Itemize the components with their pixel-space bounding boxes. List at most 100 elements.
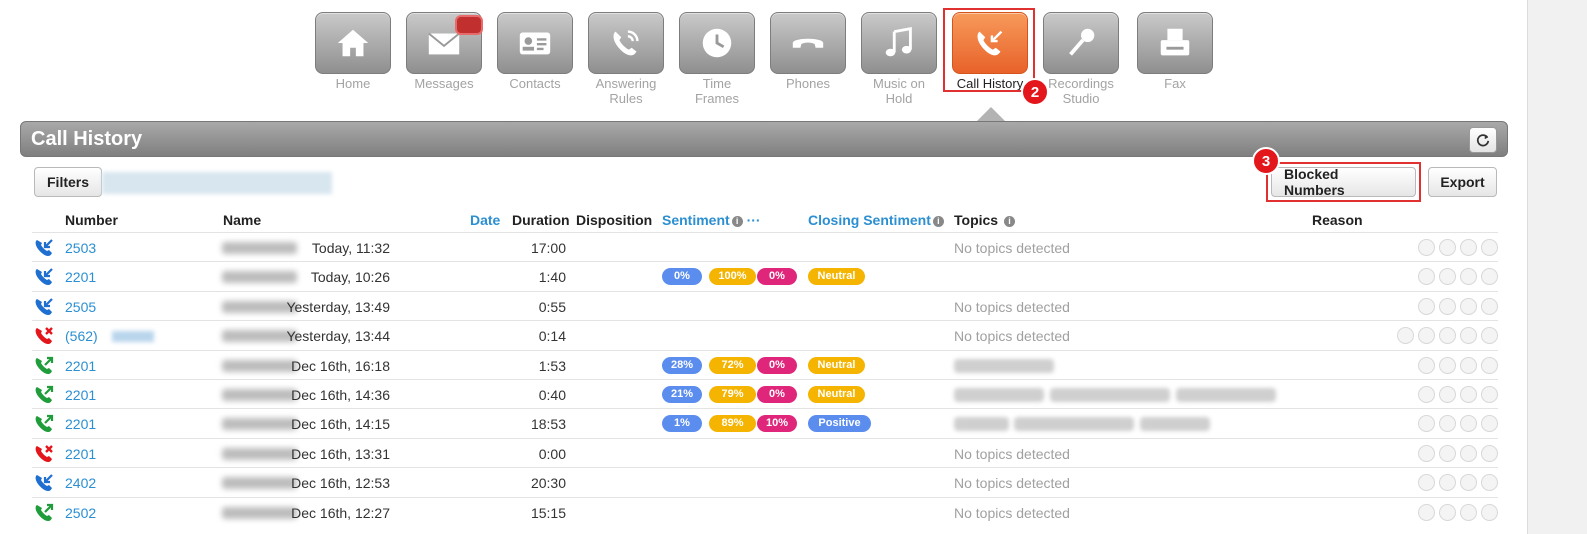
table-row[interactable]: 2201 Dec 16th, 14:36 0:40 21% 79% 0% Neutral <box>32 378 1498 408</box>
table-row[interactable]: 2505 Yesterday, 13:49 0:55 No topics detect… <box>32 290 1498 320</box>
col-topics[interactable]: Topics i <box>954 212 1015 228</box>
col-sentiment[interactable]: Sentiment i ··· <box>662 212 761 228</box>
nav-tile-time-frames[interactable]: Time Frames <box>679 12 755 106</box>
transcript-icon[interactable] <box>1481 356 1498 374</box>
contact-icon[interactable] <box>1418 444 1435 462</box>
number-link[interactable]: 2503 <box>65 240 96 256</box>
call-history-header: Call History <box>20 121 1508 157</box>
nav-tile-call-history[interactable]: Call History <box>952 12 1028 91</box>
nav-label-recordings-studio: Recordings Studio <box>1048 76 1114 106</box>
number-link[interactable]: (562) <box>65 328 98 344</box>
number-link[interactable]: 2201 <box>65 446 96 462</box>
transcript-icon[interactable] <box>1481 444 1498 462</box>
nav-tile-fax[interactable]: Fax <box>1137 12 1213 91</box>
caller-name-redacted <box>222 506 297 519</box>
number-link[interactable]: 2402 <box>65 475 96 491</box>
sentiment-more-icon[interactable]: ··· <box>747 212 761 228</box>
contact-icon[interactable] <box>1418 385 1435 403</box>
table-row[interactable]: 2502 Dec 16th, 12:27 15:15 No topics detect… <box>32 496 1498 526</box>
col-name[interactable]: Name <box>223 212 261 228</box>
col-duration[interactable]: Duration <box>512 212 570 228</box>
transcript-icon[interactable] <box>1481 239 1498 256</box>
call-duration: 15:15 <box>530 504 566 521</box>
number-link[interactable]: 2505 <box>65 299 96 315</box>
call-date: Dec 16th, 12:27 <box>291 504 390 521</box>
play-audio-icon[interactable] <box>1460 415 1477 433</box>
call-duration: 0:14 <box>538 328 566 345</box>
contact-icon[interactable] <box>1418 327 1435 345</box>
table-row[interactable]: 2201 Dec 16th, 16:18 1:53 28% 72% 0% Neutral <box>32 349 1498 379</box>
play-audio-icon[interactable] <box>1460 327 1477 345</box>
number-link[interactable]: 2201 <box>65 358 96 374</box>
refresh-button[interactable] <box>1469 127 1497 153</box>
nav-tile-home[interactable]: Home <box>315 12 391 91</box>
transcript-icon[interactable] <box>1481 385 1498 403</box>
col-disposition[interactable]: Disposition <box>576 212 652 228</box>
col-number[interactable]: Number <box>65 212 118 228</box>
table-row[interactable]: 2402 Dec 16th, 12:53 20:30 No topics detect… <box>32 467 1498 496</box>
call-history-table: Number Name Date Duration Disposition Se… <box>32 208 1498 526</box>
table-row[interactable]: 2201 Today, 10:26 1:40 0% 100% 0% Neutral <box>32 261 1498 290</box>
transcript-icon[interactable] <box>1481 474 1498 492</box>
download-icon[interactable] <box>1439 415 1456 433</box>
number-link[interactable]: 2502 <box>65 505 96 521</box>
play-audio-icon[interactable] <box>1460 356 1477 374</box>
caller-name-redacted <box>222 447 297 460</box>
download-icon[interactable] <box>1439 444 1456 462</box>
blocked-numbers-button[interactable]: Blocked Numbers <box>1271 166 1416 198</box>
nav-label-phones: Phones <box>785 76 831 91</box>
transcript-icon[interactable] <box>1481 503 1498 521</box>
play-audio-icon[interactable] <box>1460 444 1477 462</box>
nav-tile-music-on-hold[interactable]: Music on Hold <box>861 12 937 106</box>
contact-icon[interactable] <box>1418 268 1435 286</box>
table-row[interactable]: 2503 Today, 11:32 17:00 No topics detected <box>32 232 1498 261</box>
number-link[interactable]: 2201 <box>65 269 96 285</box>
table-row[interactable]: (562) Yesterday, 13:44 0:14 No topics detec… <box>32 320 1498 349</box>
number-link[interactable]: 2201 <box>65 387 96 403</box>
download-icon[interactable] <box>1439 474 1456 492</box>
contact-icon[interactable] <box>1418 503 1435 521</box>
play-audio-icon[interactable] <box>1460 297 1477 315</box>
info-icon[interactable]: i <box>731 215 743 227</box>
transcript-icon[interactable] <box>1481 297 1498 315</box>
contact-icon[interactable] <box>1418 239 1435 256</box>
play-audio-icon[interactable] <box>1460 268 1477 286</box>
play-audio-icon[interactable] <box>1460 503 1477 521</box>
col-reason[interactable]: Reason <box>1312 212 1363 228</box>
sentiment-pill: 0% <box>757 268 797 286</box>
filters-button[interactable]: Filters <box>34 167 103 197</box>
play-audio-icon[interactable] <box>1460 239 1477 256</box>
download-icon[interactable] <box>1439 356 1456 374</box>
block-number-icon[interactable] <box>1397 327 1414 345</box>
col-date[interactable]: Date <box>470 212 500 228</box>
number-link[interactable]: 2201 <box>65 416 96 432</box>
transcript-icon[interactable] <box>1481 415 1498 433</box>
contact-icon[interactable] <box>1418 356 1435 374</box>
row-actions <box>1418 444 1498 462</box>
export-button[interactable]: Export <box>1428 167 1497 197</box>
nav-tile-recordings-studio[interactable]: Recordings Studio <box>1043 12 1119 106</box>
sentiment-pill: 0% <box>757 385 797 403</box>
download-icon[interactable] <box>1439 503 1456 521</box>
nav-tile-phones[interactable]: Phones <box>770 12 846 91</box>
download-icon[interactable] <box>1439 385 1456 403</box>
play-audio-icon[interactable] <box>1460 474 1477 492</box>
contact-icon[interactable] <box>1418 415 1435 433</box>
col-closing-sentiment[interactable]: Closing Sentiment i <box>808 212 944 228</box>
table-row[interactable]: 2201 Dec 16th, 14:15 18:53 1% 89% 10% Positive <box>32 408 1498 437</box>
download-icon[interactable] <box>1439 268 1456 286</box>
download-icon[interactable] <box>1439 327 1456 345</box>
info-icon[interactable]: i <box>1003 215 1015 227</box>
active-filter-tag[interactable] <box>102 172 332 194</box>
nav-tile-contacts[interactable]: Contacts <box>497 12 573 91</box>
download-icon[interactable] <box>1439 239 1456 256</box>
download-icon[interactable] <box>1439 297 1456 315</box>
play-audio-icon[interactable] <box>1460 385 1477 403</box>
transcript-icon[interactable] <box>1481 327 1498 345</box>
nav-tile-answering-rules[interactable]: Answering Rules <box>588 12 664 106</box>
table-row[interactable]: 2201 Dec 16th, 13:31 0:00 No topics detecte… <box>32 437 1498 467</box>
contact-icon[interactable] <box>1418 297 1435 315</box>
transcript-icon[interactable] <box>1481 268 1498 286</box>
info-icon[interactable]: i <box>932 215 944 227</box>
contact-icon[interactable] <box>1418 474 1435 492</box>
